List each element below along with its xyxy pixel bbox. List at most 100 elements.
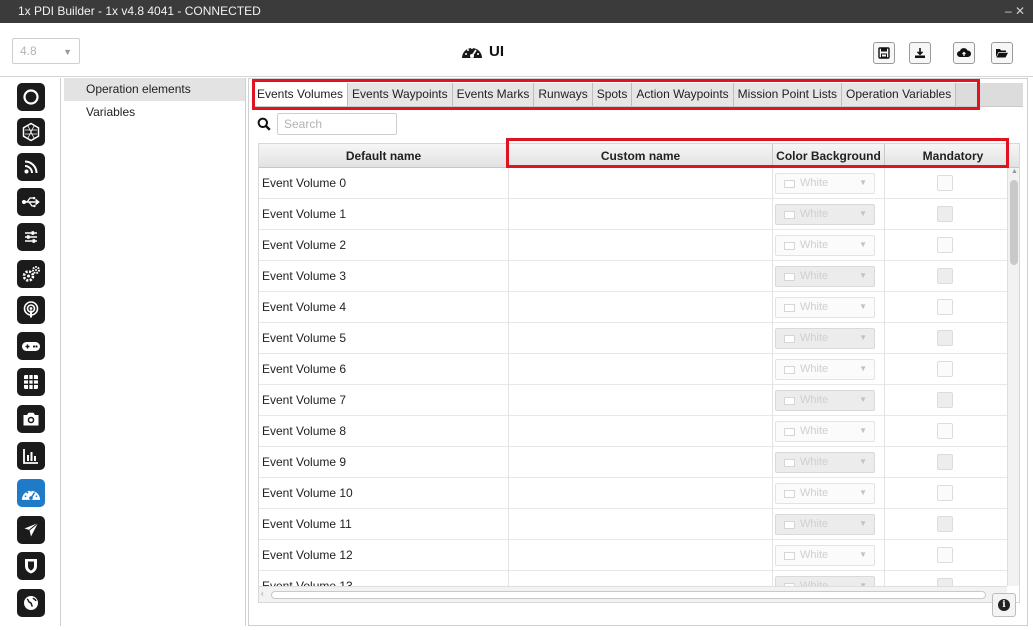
- rail-button-globe[interactable]: [17, 589, 45, 617]
- cell-custom-name[interactable]: [509, 323, 773, 354]
- search-input[interactable]: [277, 113, 397, 135]
- table-row[interactable]: Event Volume 4 White ▼: [259, 292, 1007, 323]
- rail-button-gears[interactable]: [17, 260, 45, 288]
- mandatory-checkbox[interactable]: [937, 299, 953, 315]
- subnav-item-label: Operation elements: [86, 82, 191, 96]
- vertical-scroll-thumb[interactable]: [1010, 180, 1018, 265]
- mandatory-checkbox[interactable]: [937, 516, 953, 532]
- color-background-select[interactable]: White ▼: [775, 297, 875, 318]
- vertical-scrollbar[interactable]: ▲: [1007, 168, 1019, 586]
- column-header-default-name[interactable]: Default name: [259, 144, 509, 168]
- cell-custom-name[interactable]: [509, 168, 773, 199]
- mandatory-checkbox[interactable]: [937, 454, 953, 470]
- rail-button-broadcast[interactable]: [17, 296, 45, 324]
- color-background-select[interactable]: White ▼: [775, 452, 875, 473]
- tab-action-waypoints[interactable]: Action Waypoints: [632, 83, 734, 106]
- color-background-select[interactable]: White ▼: [775, 421, 875, 442]
- color-background-select[interactable]: White ▼: [775, 390, 875, 411]
- cell-custom-name[interactable]: [509, 199, 773, 230]
- cell-custom-name[interactable]: [509, 416, 773, 447]
- table-row[interactable]: Event Volume 11 White ▼: [259, 509, 1007, 540]
- cell-custom-name[interactable]: [509, 354, 773, 385]
- rail-button-gamepad[interactable]: [17, 332, 45, 360]
- subnav-item-operation-elements[interactable]: Operation elements: [64, 78, 245, 101]
- rail-button-hexagon[interactable]: [17, 118, 45, 146]
- color-background-select[interactable]: White ▼: [775, 514, 875, 535]
- table-row[interactable]: Event Volume 7 White ▼: [259, 385, 1007, 416]
- color-value: White: [800, 239, 829, 251]
- cell-custom-name[interactable]: [509, 540, 773, 571]
- tab-runways[interactable]: Runways: [534, 83, 593, 106]
- color-background-select[interactable]: White ▼: [775, 204, 875, 225]
- column-header-mandatory[interactable]: Mandatory: [885, 144, 1019, 168]
- mandatory-checkbox[interactable]: [937, 392, 953, 408]
- table-row[interactable]: Event Volume 10 White ▼: [259, 478, 1007, 509]
- rail-button-shield[interactable]: [17, 552, 45, 580]
- tab-spots[interactable]: Spots: [592, 83, 633, 106]
- color-value: White: [800, 177, 829, 189]
- horizontal-scroll-thumb[interactable]: [271, 591, 986, 599]
- cell-custom-name[interactable]: [509, 509, 773, 540]
- tab-events-waypoints[interactable]: Events Waypoints: [348, 83, 453, 106]
- color-background-select[interactable]: White ▼: [775, 328, 875, 349]
- mandatory-checkbox[interactable]: [937, 206, 953, 222]
- color-background-select[interactable]: White ▼: [775, 483, 875, 504]
- table-row[interactable]: Event Volume 5 White ▼: [259, 323, 1007, 354]
- tab-events-volumes[interactable]: Events Volumes: [253, 83, 349, 106]
- cell-custom-name[interactable]: [509, 385, 773, 416]
- tab-mission-point-lists[interactable]: Mission Point Lists: [733, 83, 843, 106]
- download-button[interactable]: [909, 42, 931, 64]
- version-select[interactable]: 4.8 ▼: [12, 38, 80, 64]
- subnav-item-variables[interactable]: Variables: [64, 101, 245, 124]
- mandatory-checkbox[interactable]: [937, 423, 953, 439]
- color-background-select[interactable]: White ▼: [775, 359, 875, 380]
- cloud-upload-button[interactable]: [953, 42, 975, 64]
- table-row[interactable]: Event Volume 6 White ▼: [259, 354, 1007, 385]
- table-row[interactable]: Event Volume 2 White ▼: [259, 230, 1007, 261]
- horizontal-scrollbar[interactable]: ‹: [259, 586, 1007, 602]
- mandatory-checkbox[interactable]: [937, 175, 953, 191]
- rail-button-chart[interactable]: [17, 442, 45, 470]
- rail-button-camera[interactable]: [17, 405, 45, 433]
- table-row[interactable]: Event Volume 1 White ▼: [259, 199, 1007, 230]
- table-row[interactable]: Event Volume 3 White ▼: [259, 261, 1007, 292]
- column-header-color-background[interactable]: Color Background: [773, 144, 885, 168]
- table-row[interactable]: Event Volume 8 White ▼: [259, 416, 1007, 447]
- column-header-custom-name[interactable]: Custom name: [509, 144, 773, 168]
- chevron-up-icon[interactable]: ▲: [1011, 168, 1018, 175]
- mandatory-checkbox[interactable]: [937, 330, 953, 346]
- table-row[interactable]: Event Volume 9 White ▼: [259, 447, 1007, 478]
- tab-events-marks[interactable]: Events Marks: [452, 83, 535, 106]
- color-background-select[interactable]: White ▼: [775, 235, 875, 256]
- cell-custom-name[interactable]: [509, 230, 773, 261]
- cell-custom-name[interactable]: [509, 478, 773, 509]
- rail-button-ring[interactable]: [17, 83, 45, 111]
- mandatory-checkbox[interactable]: [937, 268, 953, 284]
- color-background-select[interactable]: White ▼: [775, 545, 875, 566]
- window-controls[interactable]: – ✕: [1005, 0, 1025, 23]
- cell-custom-name[interactable]: [509, 447, 773, 478]
- rail-button-usb[interactable]: [17, 188, 45, 216]
- info-button[interactable]: i: [992, 593, 1016, 617]
- mandatory-checkbox[interactable]: [937, 547, 953, 563]
- cell-custom-name[interactable]: [509, 261, 773, 292]
- table-row[interactable]: Event Volume 0 White ▼: [259, 168, 1007, 199]
- rail-button-feed[interactable]: [17, 153, 45, 181]
- rail-button-sliders[interactable]: [17, 223, 45, 251]
- mandatory-checkbox[interactable]: [937, 361, 953, 377]
- chevron-left-icon[interactable]: ‹: [261, 589, 264, 598]
- cell-default-name: Event Volume 7: [259, 385, 509, 416]
- mandatory-checkbox[interactable]: [937, 237, 953, 253]
- mandatory-checkbox[interactable]: [937, 485, 953, 501]
- color-background-select[interactable]: White ▼: [775, 173, 875, 194]
- open-folder-button[interactable]: [991, 42, 1013, 64]
- cell-default-name: Event Volume 10: [259, 478, 509, 509]
- rail-button-ui[interactable]: [17, 479, 45, 507]
- save-button[interactable]: [873, 42, 895, 64]
- tab-operation-variables[interactable]: Operation Variables: [842, 83, 957, 106]
- cell-custom-name[interactable]: [509, 292, 773, 323]
- color-background-select[interactable]: White ▼: [775, 266, 875, 287]
- table-row[interactable]: Event Volume 12 White ▼: [259, 540, 1007, 571]
- rail-button-grid[interactable]: [17, 368, 45, 396]
- rail-button-airplane[interactable]: [17, 516, 45, 544]
